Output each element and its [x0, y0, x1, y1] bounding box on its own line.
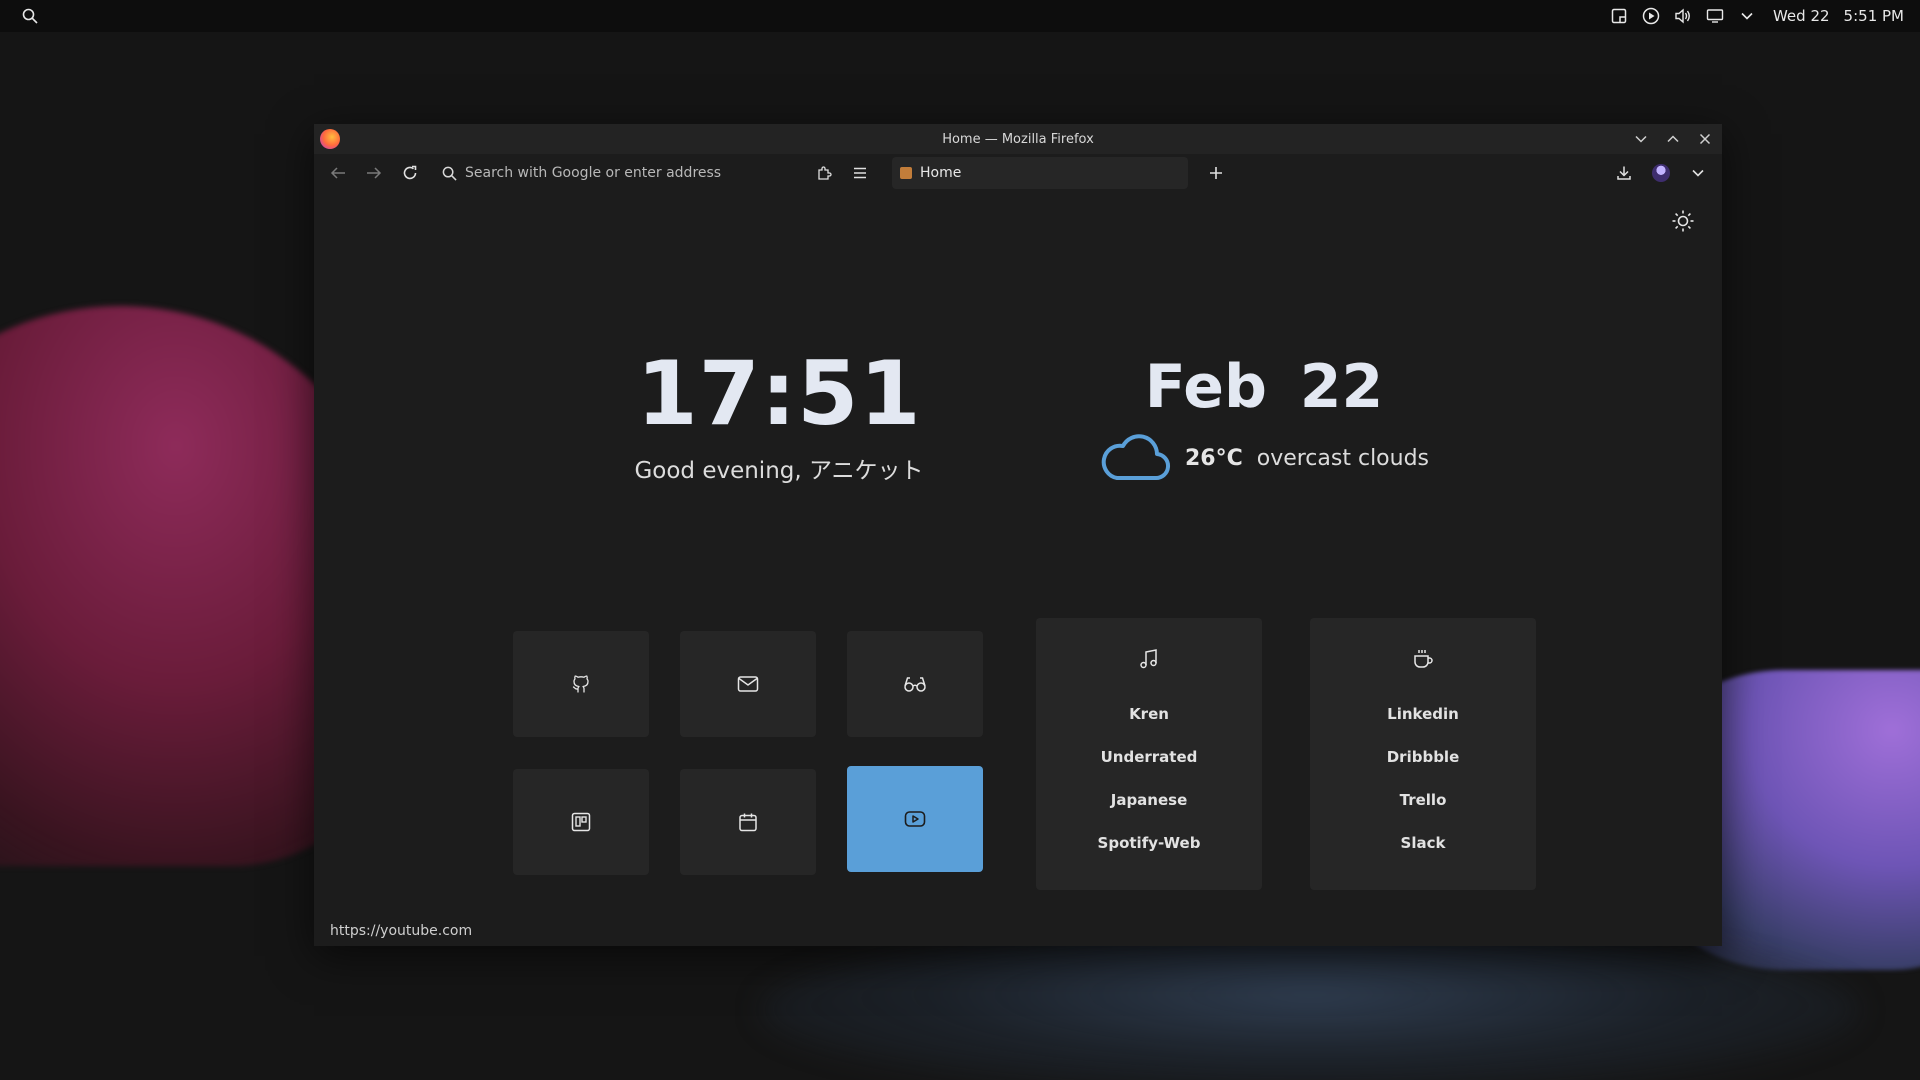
temperature: 26°C — [1184, 445, 1243, 471]
clock-widget: 17:51 Good evening, アニケット — [594, 342, 964, 485]
list-all-tabs-chevron-icon[interactable] — [1684, 159, 1712, 187]
system-clock[interactable]: 5:51 PM — [1844, 7, 1904, 25]
close-button[interactable] — [1694, 128, 1716, 150]
github-tile[interactable] — [513, 631, 649, 737]
date-text: Feb 22 — [1144, 352, 1384, 422]
link-status-url: https://youtube.com — [314, 916, 489, 946]
reload-button[interactable] — [396, 159, 424, 187]
window-titlebar[interactable]: Home — Mozilla Firefox — [314, 124, 1722, 154]
cloud-icon — [1099, 432, 1171, 484]
theme-toggle-sun-icon[interactable] — [1668, 206, 1698, 236]
calendar-tile[interactable] — [680, 769, 816, 875]
mail-icon — [737, 675, 759, 693]
music-link-japanese[interactable]: Japanese — [1111, 778, 1188, 821]
sticky-note-icon[interactable] — [1607, 4, 1631, 28]
coffee-cup-icon — [1410, 646, 1436, 672]
glasses-icon — [903, 675, 927, 693]
weather-condition: overcast clouds — [1256, 445, 1430, 471]
music-links-card: Kren Underrated Japanese Spotify-Web — [1036, 618, 1262, 890]
startpage-content: 17:51 Good evening, アニケット Feb 22 26°C ov… — [314, 192, 1722, 946]
forward-button[interactable] — [360, 159, 388, 187]
tab-home[interactable]: Home — [892, 157, 1188, 189]
menu-icon[interactable] — [846, 159, 874, 187]
downloads-icon[interactable] — [1610, 159, 1638, 187]
music-link-kren[interactable]: Kren — [1129, 692, 1169, 735]
search-icon — [442, 166, 457, 181]
firefox-window: Home — Mozilla Firefox Search with Googl… — [314, 124, 1722, 946]
chevron-down-icon[interactable] — [1735, 4, 1759, 28]
work-link-slack[interactable]: Slack — [1401, 821, 1446, 864]
tab-favicon-icon — [900, 167, 912, 179]
firefox-logo-icon — [320, 129, 340, 149]
music-link-underrated[interactable]: Underrated — [1101, 735, 1198, 778]
youtube-icon — [904, 810, 926, 828]
system-date[interactable]: Wed 22 — [1773, 7, 1830, 25]
trello-icon — [571, 812, 591, 832]
work-links-card: Linkedin Dribbble Trello Slack — [1310, 618, 1536, 890]
tab-label: Home — [920, 165, 962, 181]
clock-time: 17:51 — [636, 342, 922, 445]
minimize-button[interactable] — [1630, 128, 1652, 150]
github-icon — [571, 674, 591, 694]
window-title: Home — Mozilla Firefox — [942, 131, 1094, 147]
maximize-button[interactable] — [1662, 128, 1684, 150]
media-play-icon[interactable] — [1639, 4, 1663, 28]
system-top-bar: Wed 22 5:51 PM — [0, 0, 1920, 32]
greeting-text: Good evening, アニケット — [634, 458, 924, 484]
extensions-puzzle-icon[interactable] — [810, 159, 838, 187]
new-tab-button[interactable] — [1202, 159, 1230, 187]
weather-row: 26°C overcast clouds — [1064, 432, 1464, 484]
work-link-dribbble[interactable]: Dribbble — [1387, 735, 1460, 778]
music-note-icon — [1136, 646, 1162, 672]
calendar-icon — [738, 812, 758, 832]
trello-tile[interactable] — [513, 769, 649, 875]
work-link-linkedin[interactable]: Linkedin — [1387, 692, 1459, 735]
volume-icon[interactable] — [1671, 4, 1695, 28]
search-icon[interactable] — [18, 4, 42, 28]
address-input[interactable] — [465, 165, 785, 181]
mail-tile[interactable] — [680, 631, 816, 737]
youtube-tile[interactable] — [847, 766, 983, 872]
wallpaper-shape-blue — [760, 930, 1860, 1080]
music-link-spotify-web[interactable]: Spotify-Web — [1098, 821, 1201, 864]
network-icon[interactable] — [1703, 4, 1727, 28]
work-link-trello[interactable]: Trello — [1400, 778, 1447, 821]
account-avatar[interactable] — [1652, 164, 1670, 182]
navigation-toolbar: Home — [314, 154, 1722, 192]
address-bar[interactable] — [436, 158, 806, 188]
date-weather-widget: Feb 22 26°C overcast clouds — [1064, 352, 1464, 484]
glasses-tile[interactable] — [847, 631, 983, 737]
back-button[interactable] — [324, 159, 352, 187]
